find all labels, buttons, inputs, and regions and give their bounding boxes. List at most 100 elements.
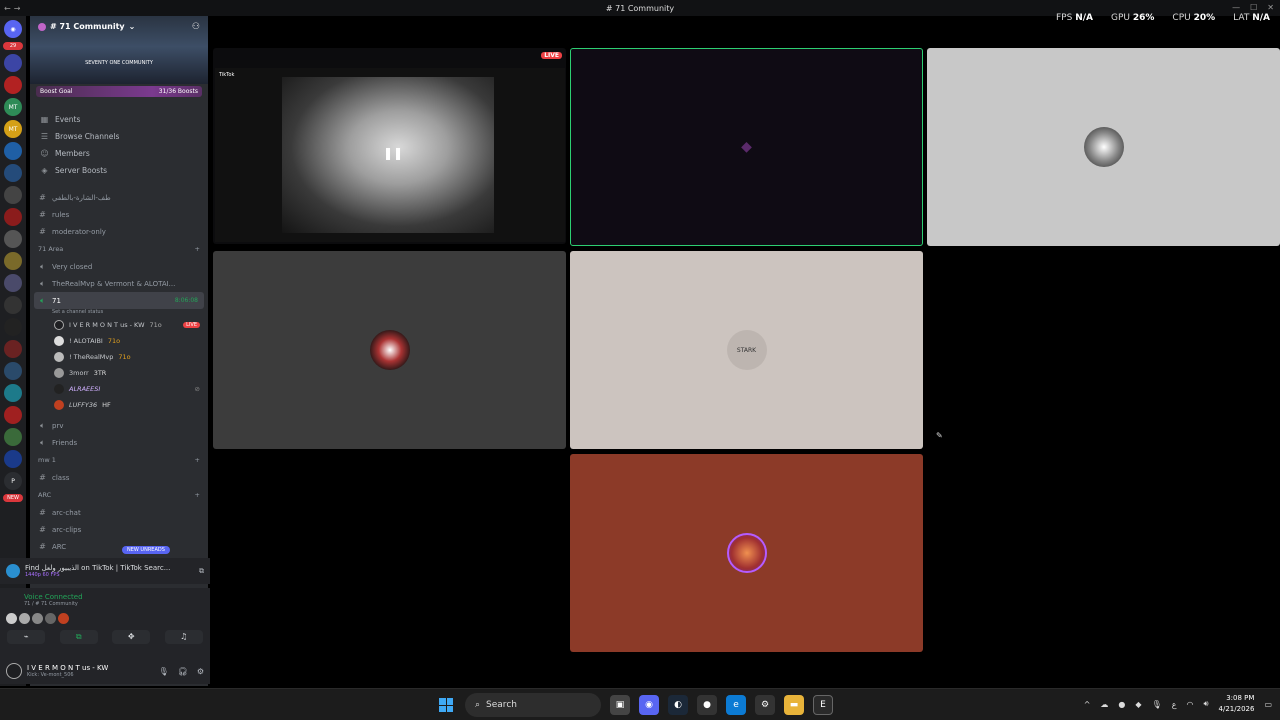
windows-start-icon[interactable] bbox=[436, 695, 456, 715]
activity-panel[interactable]: Find الذيبيور ولعل on TikTok | TikTok Se… bbox=[0, 558, 210, 584]
avatar[interactable] bbox=[32, 613, 43, 624]
text-channel-arc-chat[interactable]: # arc-chat bbox=[30, 504, 208, 521]
soundboard-button[interactable]: ♫ bbox=[164, 630, 203, 644]
file-explorer-icon[interactable]: ▬ bbox=[784, 695, 804, 715]
server-icon[interactable] bbox=[4, 428, 22, 446]
window-controls[interactable]: — ☐ ✕ bbox=[1232, 3, 1274, 12]
volume-icon[interactable]: 🔊︎ bbox=[1203, 699, 1208, 709]
voice-user[interactable]: 3morr 3TR bbox=[30, 365, 208, 381]
text-channel-rules[interactable]: # rules bbox=[30, 206, 208, 223]
task-view-icon[interactable]: ▣ bbox=[610, 695, 630, 715]
taskbar-search[interactable]: ⌕ Search bbox=[465, 693, 601, 717]
server-icon[interactable] bbox=[4, 76, 22, 94]
menu-browse-channels[interactable]: ☰ Browse Channels bbox=[30, 128, 208, 145]
wifi-icon[interactable]: ◠ bbox=[1187, 700, 1194, 709]
user-avatar[interactable] bbox=[6, 663, 22, 679]
server-icon[interactable] bbox=[4, 186, 22, 204]
text-channel-class[interactable]: # class bbox=[30, 469, 208, 486]
voice-user[interactable]: ! TheRealMvp 71o bbox=[30, 349, 208, 365]
server-icon[interactable] bbox=[4, 362, 22, 380]
voice-channel-active[interactable]: 🔈︎ 71 8:06:08 bbox=[34, 292, 204, 309]
avatar[interactable] bbox=[45, 613, 56, 624]
voice-connected-label[interactable]: Voice Connected bbox=[0, 588, 210, 601]
dm-home-icon[interactable]: ◉ bbox=[4, 20, 22, 38]
activities-button[interactable]: ✥ bbox=[112, 630, 151, 644]
chevron-up-icon[interactable]: ^ bbox=[1084, 700, 1091, 709]
menu-server-boosts[interactable]: ◈ Server Boosts bbox=[30, 162, 208, 179]
category-mw[interactable]: mw 1 + bbox=[30, 451, 208, 469]
voice-user[interactable]: ! ALOTAIBI 71o bbox=[30, 333, 208, 349]
epic-games-icon[interactable]: E bbox=[813, 695, 833, 715]
server-icon[interactable] bbox=[4, 384, 22, 402]
server-icon[interactable] bbox=[4, 208, 22, 226]
microphone-icon[interactable]: 🎙︎ bbox=[1152, 700, 1162, 709]
server-banner[interactable]: # 71 Community ⌄ ⚇ SEVENTY ONE COMMUNITY bbox=[30, 16, 208, 84]
tray-app-icon[interactable]: ◆ bbox=[1135, 700, 1141, 709]
category-arc[interactable]: ARC + bbox=[30, 486, 208, 504]
close-icon[interactable]: ✕ bbox=[1267, 3, 1274, 12]
microphone-icon[interactable]: 🎙︎ bbox=[159, 667, 169, 676]
voice-channel-friends[interactable]: 🔈︎ Friends bbox=[30, 434, 208, 451]
voice-user[interactable]: LUFFY36 HF bbox=[30, 397, 208, 413]
notification-icon[interactable]: ▭ bbox=[1264, 700, 1272, 709]
new-unreads-pill[interactable]: NEW UNREADS bbox=[122, 546, 170, 554]
avatar[interactable] bbox=[58, 613, 69, 624]
noise-suppression-button[interactable]: ⌁ bbox=[7, 630, 46, 644]
avatar[interactable] bbox=[6, 613, 17, 624]
headphones-icon[interactable]: 🎧︎ bbox=[178, 667, 188, 676]
tray-app-icon[interactable]: ● bbox=[1118, 700, 1125, 709]
avatar[interactable] bbox=[19, 613, 30, 624]
menu-members[interactable]: ☺ Members bbox=[30, 145, 208, 162]
participant-tile[interactable] bbox=[927, 48, 1280, 246]
steam-icon[interactable]: ◐ bbox=[668, 695, 688, 715]
server-icon[interactable] bbox=[4, 318, 22, 336]
server-icon[interactable] bbox=[4, 274, 22, 292]
onedrive-icon[interactable]: ☁ bbox=[1100, 700, 1108, 709]
server-name[interactable]: # 71 Community ⌄ bbox=[38, 22, 135, 31]
server-icon[interactable] bbox=[4, 164, 22, 182]
server-icon[interactable] bbox=[4, 230, 22, 248]
voice-user[interactable]: I V E R M O N T us - KW 71o LIVE bbox=[30, 317, 208, 333]
voice-channel[interactable]: 🔈︎ Very closed bbox=[30, 258, 208, 275]
server-icon[interactable]: MT bbox=[4, 98, 22, 116]
gear-icon[interactable]: ⚙ bbox=[197, 667, 204, 676]
participant-tile[interactable] bbox=[213, 251, 566, 449]
server-icon[interactable] bbox=[4, 296, 22, 314]
add-channel-icon[interactable]: + bbox=[195, 491, 200, 499]
participant-tile[interactable]: ◆ bbox=[570, 48, 923, 246]
text-channel-arc[interactable]: # ARC bbox=[30, 538, 208, 555]
screen-share-icon[interactable]: ⧉ bbox=[199, 567, 204, 576]
pencil-icon[interactable]: ✎ bbox=[936, 431, 943, 440]
channel-status[interactable]: Set a channel status bbox=[30, 309, 208, 317]
participant-tile[interactable]: STARK bbox=[570, 251, 923, 449]
menu-events[interactable]: ▦ Events bbox=[30, 111, 208, 128]
language-icon[interactable]: ع bbox=[1172, 700, 1177, 709]
voice-channel[interactable]: 🔈︎ TheRealMvp & Vermont & ALOTAI... bbox=[30, 275, 208, 292]
server-icon[interactable] bbox=[4, 252, 22, 270]
share-screen-button[interactable]: ⧉ bbox=[59, 630, 98, 644]
text-channel-moderator-only[interactable]: # moderator-only bbox=[30, 223, 208, 240]
discord-icon[interactable]: ◉ bbox=[639, 695, 659, 715]
text-channel[interactable]: # طف-الشارة-بالطفي bbox=[30, 189, 208, 206]
server-icon[interactable] bbox=[4, 54, 22, 72]
invite-icon[interactable]: ⚇ bbox=[192, 22, 200, 32]
user-info[interactable]: I V E R M O N T us - KW Kick: Ve-mont_50… bbox=[27, 664, 108, 678]
server-icon[interactable] bbox=[4, 406, 22, 424]
category-71-area[interactable]: 71 Area + bbox=[30, 240, 208, 258]
participant-tile[interactable] bbox=[570, 454, 923, 652]
riot-icon[interactable]: ● bbox=[697, 695, 717, 715]
server-icon[interactable]: P bbox=[4, 472, 22, 490]
voice-user[interactable]: ALRAEESI ⊘ bbox=[30, 381, 208, 397]
pause-icon[interactable]: ❚❚ bbox=[383, 146, 403, 160]
server-icon[interactable]: MT bbox=[4, 120, 22, 138]
server-icon[interactable] bbox=[4, 340, 22, 358]
edge-icon[interactable]: e bbox=[726, 695, 746, 715]
voice-channel-prv[interactable]: 🔈︎ prv bbox=[30, 417, 208, 434]
boost-goal-bar[interactable]: Boost Goal 31/36 Boosts bbox=[36, 86, 202, 97]
minimize-icon[interactable]: — bbox=[1232, 3, 1240, 12]
text-channel-arc-clips[interactable]: # arc-clips bbox=[30, 521, 208, 538]
server-icon[interactable] bbox=[4, 450, 22, 468]
maximize-icon[interactable]: ☐ bbox=[1250, 3, 1257, 12]
add-channel-icon[interactable]: + bbox=[195, 245, 200, 253]
settings-icon[interactable]: ⚙ bbox=[755, 695, 775, 715]
